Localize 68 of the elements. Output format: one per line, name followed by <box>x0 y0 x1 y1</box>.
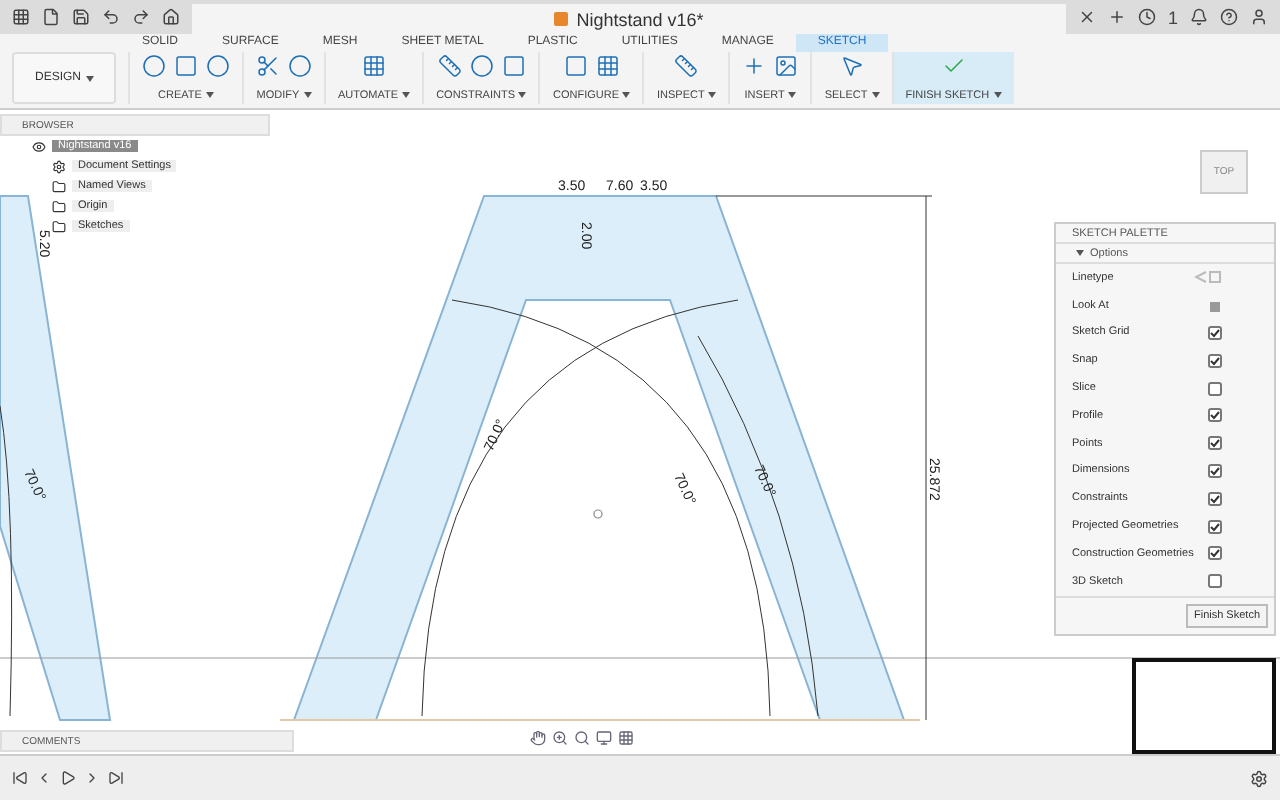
unchecked-checkbox[interactable] <box>1208 381 1222 396</box>
tool-icon[interactable] <box>206 54 230 78</box>
caret-icon <box>622 92 631 98</box>
tool-icon[interactable] <box>774 54 799 78</box>
tool-icon[interactable] <box>840 54 865 78</box>
tool-icon[interactable] <box>941 54 966 78</box>
caret-icon <box>871 92 880 98</box>
checked-checkbox[interactable] <box>1208 408 1222 423</box>
checked-checkbox[interactable] <box>1208 325 1222 340</box>
avatar-icon[interactable] <box>1250 8 1268 26</box>
caret-icon <box>303 92 312 98</box>
redo-icon[interactable] <box>132 8 150 26</box>
checked-checkbox[interactable] <box>1208 463 1222 478</box>
settings-icon[interactable] <box>1250 769 1268 787</box>
folder-icon <box>52 179 66 193</box>
document-tab[interactable]: Nightstand v16* <box>192 4 1066 34</box>
caret-icon <box>402 92 411 98</box>
caret-icon <box>85 75 93 81</box>
checked-checkbox[interactable] <box>1208 353 1222 368</box>
tool-icon[interactable] <box>288 54 312 78</box>
apps-grid-icon[interactable] <box>12 8 30 26</box>
checked-checkbox[interactable] <box>1208 519 1222 534</box>
skip-back-icon[interactable] <box>12 770 28 786</box>
file-icon[interactable] <box>42 8 60 26</box>
close-icon[interactable] <box>1077 8 1096 26</box>
step-back-icon[interactable] <box>36 770 52 786</box>
checked-checkbox[interactable] <box>1208 546 1222 561</box>
tool-icon[interactable] <box>742 54 767 78</box>
caret-icon <box>993 92 1002 98</box>
checked-checkbox[interactable] <box>1208 491 1222 506</box>
tool-icon[interactable] <box>362 54 387 78</box>
tool-icon[interactable] <box>142 54 166 78</box>
home-icon[interactable] <box>162 8 180 26</box>
tool-icon[interactable] <box>563 54 588 78</box>
tool-icon[interactable] <box>469 54 494 78</box>
folder-icon <box>52 199 66 213</box>
window-title: Nightstand v16* <box>576 9 704 29</box>
bell-icon[interactable] <box>1190 8 1208 26</box>
folder-icon <box>52 219 66 233</box>
checked-checkbox[interactable] <box>1208 436 1222 451</box>
skip-forward-icon[interactable] <box>108 770 124 786</box>
tool-icon[interactable] <box>501 54 526 78</box>
unchecked-checkbox[interactable] <box>1208 574 1222 589</box>
caret-icon <box>708 92 717 98</box>
tool-icon[interactable] <box>595 54 620 78</box>
eye-icon[interactable] <box>32 139 46 153</box>
undo-icon[interactable] <box>102 8 120 26</box>
caret-icon <box>1076 250 1084 256</box>
search-icon[interactable] <box>574 730 590 746</box>
step-forward-icon[interactable] <box>84 770 100 786</box>
zoom-icon[interactable] <box>552 730 568 746</box>
job-status[interactable]: 1 <box>1167 7 1178 27</box>
hand-icon[interactable] <box>530 730 546 746</box>
tool-icon[interactable] <box>174 54 198 78</box>
caret-icon <box>205 92 214 98</box>
gear-icon <box>52 159 66 173</box>
play-icon[interactable] <box>60 770 76 786</box>
tool-icon[interactable] <box>256 54 280 78</box>
new-tab-icon[interactable] <box>1107 8 1126 26</box>
help-icon[interactable] <box>1220 8 1238 26</box>
grid-icon[interactable] <box>618 730 634 746</box>
clock-icon[interactable] <box>1137 8 1156 26</box>
save-icon[interactable] <box>72 8 90 26</box>
caret-icon <box>788 92 797 98</box>
display-icon[interactable] <box>596 730 612 746</box>
tool-icon[interactable] <box>437 54 462 78</box>
tool-icon[interactable] <box>674 54 699 78</box>
caret-icon <box>518 92 527 98</box>
